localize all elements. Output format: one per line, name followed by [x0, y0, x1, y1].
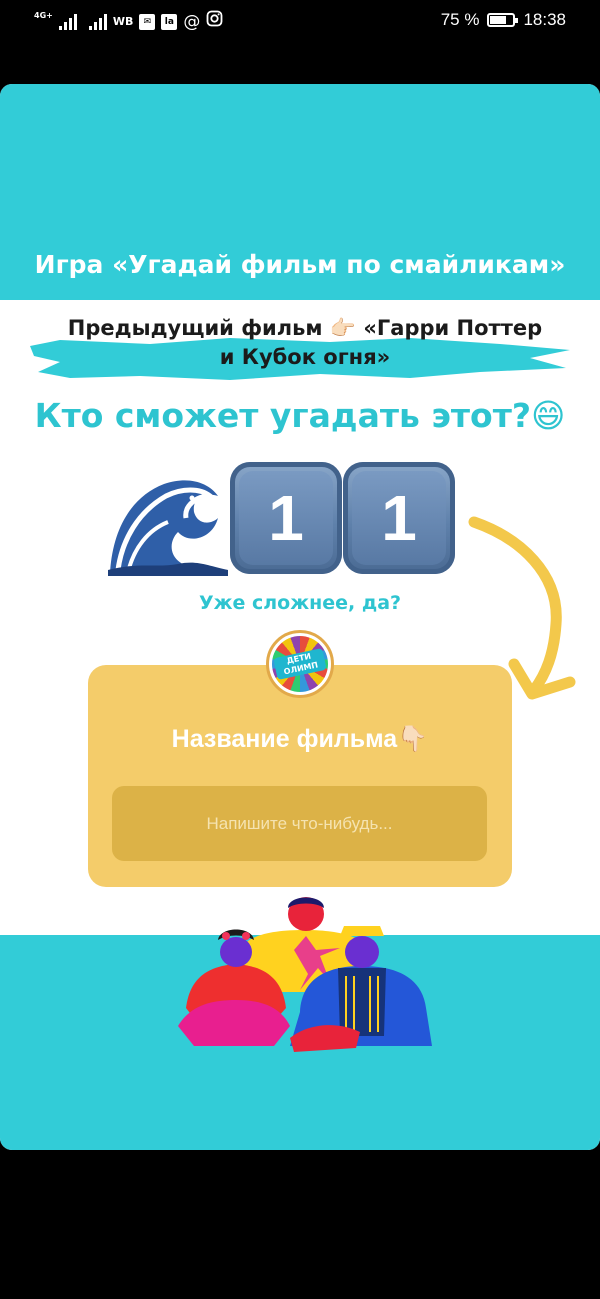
answer-input[interactable]	[112, 786, 487, 861]
question-sticker[interactable]: Название фильма👇🏻	[88, 665, 512, 887]
question-sticker-title: Название фильма👇🏻	[171, 725, 429, 753]
status-bar: 4G+ WB ✉ la @ 75 % 18:38	[0, 0, 600, 40]
avatar-logo[interactable]: ДЕТИ ОЛИМП	[266, 630, 334, 698]
wave-icon	[108, 480, 228, 576]
keycap-1-icon: 1	[343, 462, 455, 574]
clock: 18:38	[523, 10, 566, 29]
carrier-label: WB	[112, 15, 134, 28]
status-left: 4G+ WB ✉ la @	[34, 10, 223, 32]
previous-film: Предыдущий фильм 👉🏻 «Гарри Поттер и Кубо…	[40, 314, 570, 372]
previous-film-line-2: и Кубок огня»	[219, 345, 391, 369]
battery-icon	[487, 13, 519, 27]
question-heading: Кто сможет угадать этот?😄	[34, 396, 566, 435]
network-type: 4G+	[34, 11, 53, 20]
battery-percent: 75 %	[440, 10, 480, 29]
la-app-icon: la	[161, 14, 178, 30]
story-title: Игра «Угадай фильм по смайликам»	[34, 250, 566, 279]
people-illustration	[178, 897, 432, 1052]
hint-text: Уже сложнее, да?	[198, 592, 402, 614]
signal-icon	[88, 14, 107, 30]
story-card[interactable]: Игра «Угадай фильм по смайликам» Предыду…	[0, 84, 600, 1150]
status-right: 75 % 18:38	[441, 10, 566, 30]
keycap-digit: 1	[239, 471, 333, 565]
instagram-icon	[206, 10, 223, 30]
previous-film-line-1: Предыдущий фильм 👉🏻 «Гарри Поттер	[67, 316, 543, 340]
mail-icon: ✉	[139, 14, 156, 30]
keycap-1-icon: 1	[230, 462, 342, 574]
signal-icon	[58, 14, 77, 30]
keycap-digit: 1	[352, 471, 446, 565]
at-icon: @	[183, 12, 201, 32]
